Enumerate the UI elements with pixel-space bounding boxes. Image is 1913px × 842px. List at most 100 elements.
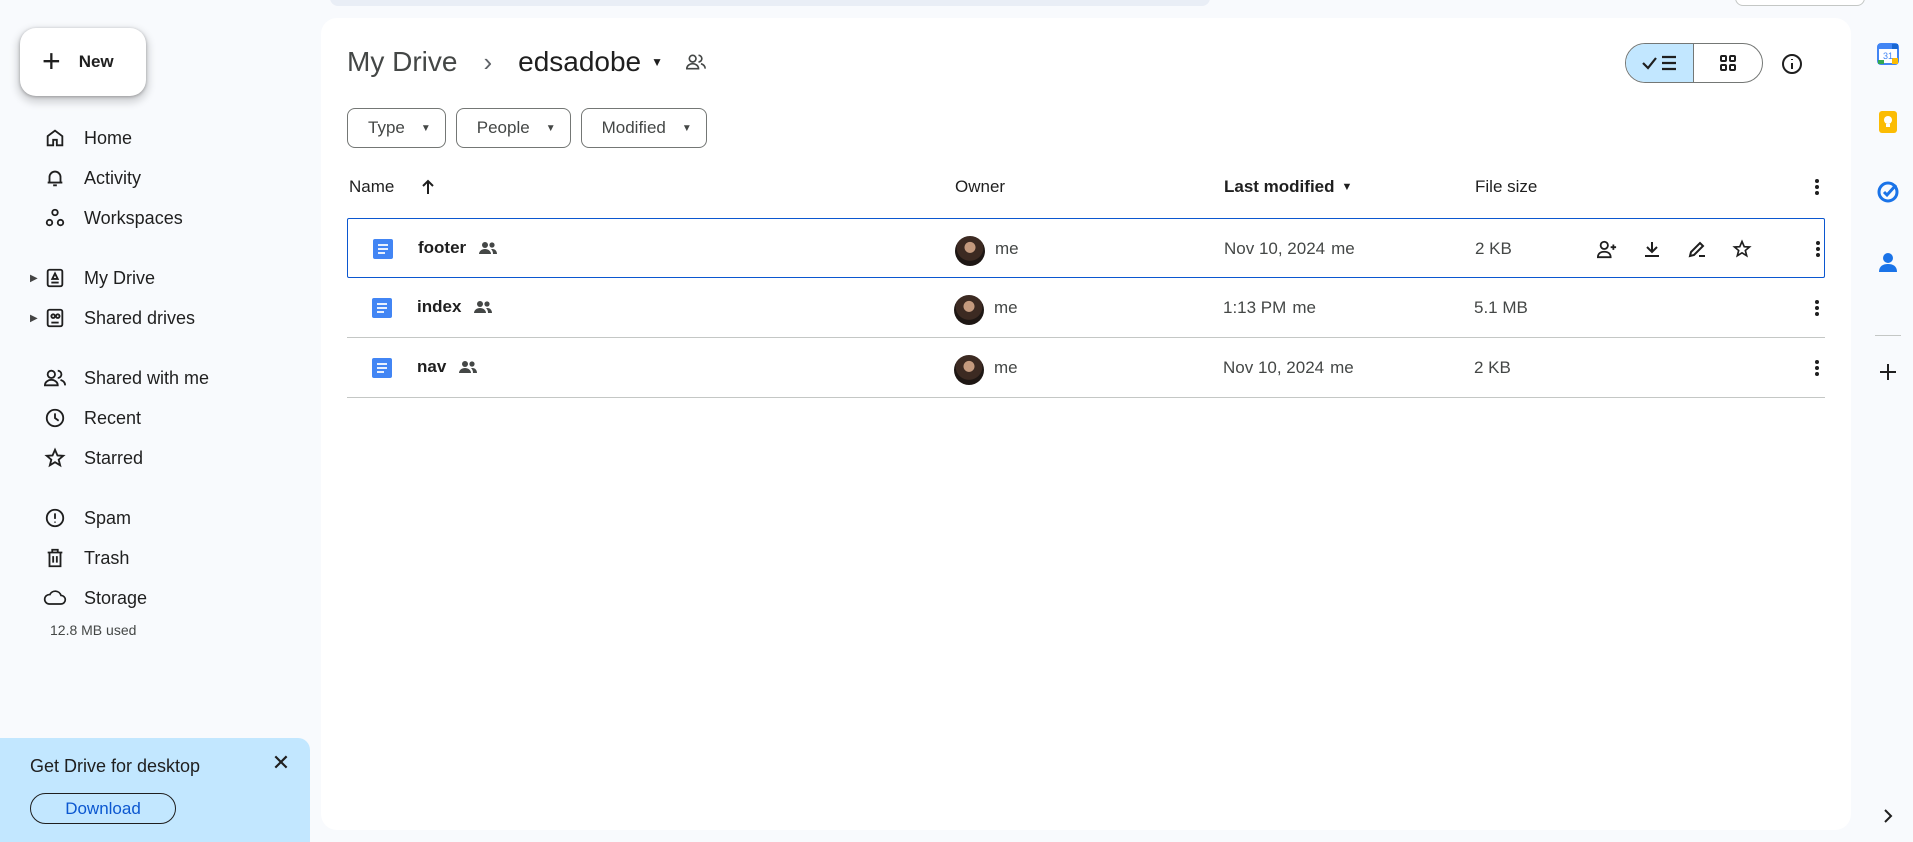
- sidebar: + New Home Activity Workspaces ▶ My Driv…: [0, 0, 320, 842]
- sidebar-item-label: Recent: [84, 407, 142, 428]
- sidebar-item-label: Starred: [84, 447, 144, 468]
- file-name[interactable]: footer: [418, 238, 498, 258]
- sidebar-item-shared-with-me[interactable]: Shared with me: [0, 358, 320, 398]
- avatar: [954, 295, 984, 325]
- modified-by: me: [1292, 298, 1316, 317]
- breadcrumb-current-folder[interactable]: edsadobe ▼: [518, 46, 663, 78]
- expand-caret-icon[interactable]: ▶: [30, 273, 38, 284]
- sort-arrow-up-icon[interactable]: [420, 178, 436, 196]
- last-modified-cell: 1:13 PM me: [1223, 298, 1316, 318]
- new-button-label: New: [78, 52, 114, 71]
- column-name[interactable]: Name: [349, 177, 436, 197]
- account-area[interactable]: [1735, 0, 1865, 6]
- table-row[interactable]: footer me Nov 10, 2024 me 2 KB: [347, 218, 1825, 278]
- sidebar-item-recent[interactable]: Recent: [0, 398, 320, 438]
- column-last-modified[interactable]: Last modified ▼: [1224, 177, 1352, 197]
- search-bar[interactable]: [330, 0, 1210, 6]
- owner-cell: me: [995, 239, 1019, 258]
- modified-date: Nov 10, 2024: [1224, 239, 1326, 258]
- info-icon[interactable]: [1778, 50, 1806, 78]
- last-modified-cell: Nov 10, 2024 me: [1223, 358, 1354, 378]
- modified-by: me: [1331, 239, 1355, 258]
- google-docs-icon: [372, 298, 392, 318]
- tasks-icon[interactable]: [1874, 178, 1902, 206]
- modified-date: Nov 10, 2024: [1223, 358, 1325, 377]
- file-name[interactable]: index: [417, 297, 493, 317]
- promo-title: Get Drive for desktop: [30, 756, 201, 776]
- people-icon: [43, 366, 67, 390]
- clock-icon: [43, 406, 67, 430]
- chevron-right-icon: ›: [483, 46, 493, 77]
- calendar-icon[interactable]: 31: [1874, 40, 1902, 68]
- breadcrumb: My Drive › edsadobe ▼: [347, 42, 707, 82]
- filter-type[interactable]: Type ▼: [347, 108, 446, 148]
- breadcrumb-root[interactable]: My Drive: [347, 46, 457, 78]
- trash-icon: [43, 546, 67, 570]
- rename-icon[interactable]: [1683, 235, 1711, 263]
- download-button[interactable]: Download: [30, 793, 176, 824]
- sidebar-item-label: Shared with me: [84, 367, 210, 388]
- filter-modified[interactable]: Modified ▼: [580, 108, 707, 148]
- more-vert-icon[interactable]: [1805, 294, 1829, 322]
- sidebar-item-workspaces[interactable]: Workspaces: [0, 198, 320, 238]
- nav-group-views: Shared with me Recent Starred: [0, 358, 320, 478]
- new-button[interactable]: + New: [20, 28, 146, 96]
- add-icon[interactable]: [1874, 358, 1902, 386]
- sidebar-item-home[interactable]: Home: [0, 118, 320, 158]
- more-vert-icon[interactable]: [1806, 235, 1830, 263]
- avatar: [954, 355, 984, 385]
- column-file-size: File size: [1475, 177, 1538, 196]
- sidebar-item-label: Spam: [84, 507, 132, 528]
- filter-people[interactable]: People ▼: [455, 108, 571, 148]
- close-icon[interactable]: ✕: [268, 750, 294, 776]
- table-row[interactable]: nav me Nov 10, 2024 me 2 KB: [347, 338, 1825, 398]
- star-icon: [43, 446, 67, 470]
- sidebar-item-label: Workspaces: [84, 207, 183, 228]
- file-size-cell: 5.1 MB: [1474, 298, 1528, 317]
- filter-label: Modified: [601, 118, 666, 137]
- file-name[interactable]: nav: [417, 357, 478, 377]
- view-toggle: [1625, 43, 1763, 83]
- home-icon: [43, 126, 67, 150]
- sidebar-item-trash[interactable]: Trash: [0, 538, 320, 578]
- list-view-button[interactable]: [1626, 44, 1694, 82]
- shared-folder-icon[interactable]: [685, 52, 707, 72]
- sidebar-item-shared-drives[interactable]: ▶ Shared drives: [0, 298, 320, 338]
- table-row[interactable]: index me 1:13 PM me 5.1 MB: [347, 278, 1825, 338]
- share-icon[interactable]: [1593, 235, 1621, 263]
- sidebar-item-label: Trash: [84, 547, 130, 568]
- keep-icon[interactable]: [1874, 108, 1902, 136]
- chevron-right-icon[interactable]: [1874, 802, 1902, 830]
- avatar: [955, 236, 985, 266]
- dropdown-arrow-icon: ▼: [651, 55, 664, 69]
- modified-by: me: [1330, 358, 1354, 377]
- bell-icon: [43, 166, 67, 190]
- sidebar-item-spam[interactable]: Spam: [0, 498, 320, 538]
- file-list: footer me Nov 10, 2024 me 2 KB index me …: [347, 218, 1825, 398]
- file-name-text: footer: [418, 238, 467, 257]
- download-icon[interactable]: [1638, 235, 1666, 263]
- contacts-icon[interactable]: [1874, 248, 1902, 276]
- desktop-promo: Get Drive for desktop ✕ Download: [0, 738, 310, 842]
- star-icon[interactable]: [1728, 235, 1756, 263]
- expand-caret-icon[interactable]: ▶: [30, 313, 38, 324]
- sidebar-item-storage[interactable]: Storage: [0, 578, 320, 618]
- google-docs-icon: [372, 358, 392, 378]
- main-panel: My Drive › edsadobe ▼ Type ▼ People ▼ Mo…: [321, 18, 1851, 830]
- shared-icon: [458, 360, 478, 374]
- more-vert-icon[interactable]: [1807, 177, 1827, 201]
- sidebar-item-activity[interactable]: Activity: [0, 158, 320, 198]
- filter-label: People: [476, 118, 530, 137]
- owner-cell: me: [994, 298, 1018, 317]
- dropdown-arrow-icon: ▼: [420, 122, 431, 134]
- owner-cell: me: [994, 358, 1018, 377]
- sidebar-item-my-drive[interactable]: ▶ My Drive: [0, 258, 320, 298]
- divider: [1875, 335, 1901, 336]
- sidebar-item-starred[interactable]: Starred: [0, 438, 320, 478]
- modified-date: 1:13 PM: [1223, 298, 1287, 317]
- grid-view-button[interactable]: [1694, 44, 1762, 82]
- filter-label: Type: [368, 118, 405, 137]
- nav-group-main: Home Activity Workspaces: [0, 118, 320, 238]
- more-vert-icon[interactable]: [1805, 354, 1829, 382]
- my-drive-icon: [43, 266, 67, 290]
